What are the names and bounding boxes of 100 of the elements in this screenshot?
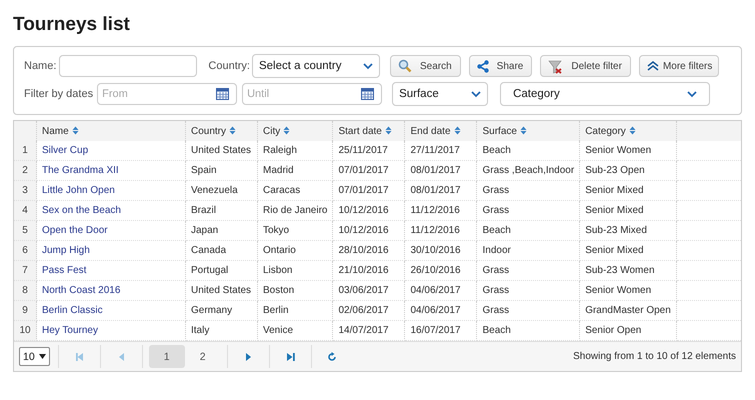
table-cell: 14/07/2017 [332, 320, 405, 340]
column-header[interactable]: End date [404, 121, 477, 141]
from-date-field[interactable]: From [97, 83, 238, 105]
sort-icon[interactable] [72, 126, 79, 134]
tourney-link[interactable]: Jump High [36, 240, 186, 260]
table-cell: 02/06/2017 [332, 300, 405, 320]
surface-select[interactable]: Surface [392, 82, 488, 106]
table-cell: Caracas [258, 180, 333, 200]
more-filters-button[interactable]: More filters [638, 55, 720, 77]
search-button[interactable]: Search [390, 55, 461, 77]
tourney-link[interactable]: Open the Door [36, 220, 186, 240]
table-cell: 27/11/2017 [404, 141, 477, 160]
refresh-icon [327, 352, 338, 362]
calendar-icon[interactable] [216, 88, 230, 100]
table-cell: Senior Mixed [580, 200, 677, 220]
table-cell: Sub-23 Mixed [580, 220, 677, 240]
category-select[interactable]: Category [500, 82, 710, 106]
row-number: 6 [14, 240, 36, 260]
calendar-icon[interactable] [361, 88, 374, 100]
share-icon [476, 60, 489, 72]
tourney-link[interactable]: Silver Cup [36, 141, 186, 160]
column-header[interactable]: Category [580, 121, 677, 141]
column-header[interactable]: Country [186, 121, 258, 141]
table-cell: Senior Mixed [580, 240, 677, 260]
table-cell: Italy [186, 320, 258, 340]
tourney-link[interactable]: Hey Tourney [36, 320, 186, 340]
tourney-link[interactable]: Berlin Classic [36, 300, 186, 320]
sort-icon[interactable] [454, 126, 461, 134]
row-number: 1 [14, 141, 36, 160]
table-cell: Spain [186, 160, 258, 180]
caret-down-icon [38, 354, 46, 359]
column-header[interactable]: Name [36, 121, 186, 141]
table-cell: 25/11/2017 [332, 141, 405, 160]
table-cell: Sub-23 Women [580, 260, 677, 280]
table-cell: 04/06/2017 [404, 300, 477, 320]
table-cell: Senior Women [580, 280, 677, 300]
table-cell: Grass [476, 180, 580, 200]
table-cell: 26/10/2016 [404, 260, 477, 280]
table-cell: United States [186, 280, 258, 300]
table-cell: Madrid [258, 160, 333, 180]
page-button[interactable]: 2 [184, 345, 221, 368]
table-cell: Japan [186, 220, 258, 240]
table-cell: 28/10/2016 [332, 240, 405, 260]
dates-label: Filter by dates [24, 88, 94, 100]
row-number: 5 [14, 220, 36, 240]
page-button[interactable]: 1 [148, 345, 185, 368]
until-date-field[interactable]: Until [242, 83, 382, 105]
table-cell: 10/12/2016 [332, 200, 405, 220]
delete-filter-button[interactable]: Delete filter [540, 55, 631, 77]
tourney-link[interactable]: Pass Fest [36, 260, 186, 280]
table-cell: Raleigh [258, 141, 333, 160]
row-number: 10 [14, 320, 36, 340]
tourney-link[interactable]: North Coast 2016 [36, 280, 186, 300]
column-header[interactable]: Surface [476, 121, 580, 141]
sort-icon[interactable] [384, 126, 392, 134]
sort-icon[interactable] [229, 126, 236, 134]
chevron-down-icon[interactable] [362, 62, 373, 70]
name-field[interactable] [59, 55, 198, 77]
sort-icon[interactable] [520, 126, 527, 134]
table-cell: Tokyo [258, 220, 333, 240]
skip-back-icon [74, 352, 84, 362]
tourney-link[interactable]: Sex on the Beach [36, 200, 186, 220]
sort-icon[interactable] [283, 126, 290, 134]
table-cell: Germany [186, 300, 258, 320]
tourney-link[interactable]: Little John Open [36, 180, 186, 200]
row-number: 8 [14, 280, 36, 300]
table-cell: 11/12/2016 [404, 200, 477, 220]
row-number: 9 [14, 300, 36, 320]
chevron-down-icon[interactable] [687, 90, 698, 98]
table-cell: Brazil [186, 200, 258, 220]
chevron-down-icon[interactable] [471, 90, 482, 98]
row-number: 3 [14, 180, 36, 200]
table-cell: Grass [476, 260, 580, 280]
table-cell: 10/12/2016 [332, 220, 405, 240]
country-label: Country: [208, 60, 250, 72]
column-header[interactable]: Start date [332, 121, 405, 141]
table-cell: Beach [476, 220, 580, 240]
triangle-right-icon [244, 352, 253, 362]
table-cell: Boston [258, 280, 333, 300]
country-select[interactable]: Select a country [252, 54, 380, 78]
table-cell: Grass [476, 300, 580, 320]
table-cell: 11/12/2016 [404, 220, 477, 240]
column-header[interactable]: City [258, 121, 333, 141]
share-button[interactable]: Share [468, 55, 532, 77]
sort-icon[interactable] [628, 126, 636, 134]
skip-forward-icon [286, 352, 295, 362]
table-cell: 07/01/2017 [332, 180, 405, 200]
table-cell: Senior Mixed [580, 180, 677, 200]
table-cell: United States [186, 141, 258, 160]
table-cell: Sub-23 Open [580, 160, 677, 180]
tourney-link[interactable]: The Grandma XII [36, 160, 186, 180]
table-cell: Ontario [258, 240, 333, 260]
table-cell: Venice [258, 320, 333, 340]
search-icon [398, 59, 412, 73]
name-label: Name: [24, 60, 56, 72]
page-size-select[interactable]: 10 [19, 347, 50, 366]
row-number: 2 [14, 160, 36, 180]
table-cell: 07/01/2017 [332, 160, 405, 180]
table-cell: GrandMaster Open [580, 300, 677, 320]
table-cell: Canada [186, 240, 258, 260]
